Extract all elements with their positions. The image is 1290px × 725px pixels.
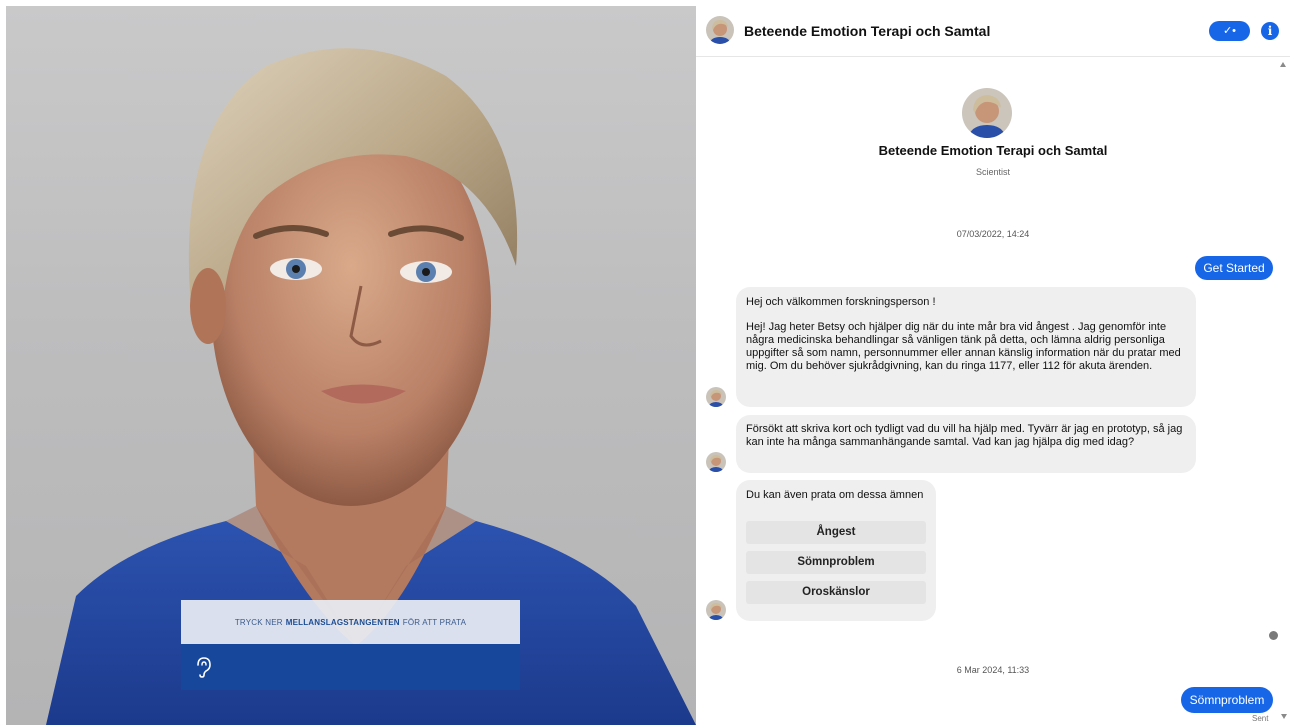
timestamp: 07/03/2022, 14:24 (956, 229, 1030, 239)
avatar-video-panel: TRYCK NER MELLANSLAGSTANGENTEN FÖR ATT P… (6, 6, 696, 725)
bot-quick-reply-message: Du kan även prata om dessa ämnen Ångest … (736, 480, 936, 621)
scroll-down-arrow-icon[interactable] (1281, 714, 1287, 719)
profile-role: Scientist (975, 167, 1010, 177)
message-body: Försökt att skriva kort och tydligt vad … (746, 423, 1183, 448)
message-intro: Du kan även prata om dessa ämnen (746, 489, 924, 501)
ear-icon[interactable] (193, 655, 213, 679)
chat-header: Beteende Emotion Terapi och Samtal ✓• i (696, 0, 1290, 57)
read-receipt-avatar (1269, 631, 1278, 640)
speak-hint: TRYCK NER MELLANSLAGSTANGENTEN FÖR ATT P… (181, 600, 520, 644)
speak-hint-suffix: FÖR ATT PRATA (402, 617, 467, 627)
header-avatar[interactable] (706, 16, 734, 44)
user-message: Sömnproblem (1181, 687, 1273, 713)
scroll-up-arrow-icon[interactable] (1280, 62, 1286, 67)
seen-toggle-button[interactable]: ✓• (1209, 21, 1250, 41)
message-body: Hej! Jag heter Betsy och hjälper dig när… (746, 321, 1181, 372)
speak-prompt-panel: TRYCK NER MELLANSLAGSTANGENTEN FÖR ATT P… (181, 600, 520, 690)
listen-bar[interactable] (181, 644, 520, 690)
speak-hint-prefix: TRYCK NER (234, 617, 283, 627)
speak-hint-key: MELLANSLAGSTANGENTEN (285, 617, 400, 627)
sent-status: Sent (1252, 714, 1269, 723)
quick-reply-somnproblem[interactable]: Sömnproblem (746, 551, 926, 574)
bot-avatar (706, 452, 726, 472)
info-icon[interactable]: i (1261, 22, 1279, 40)
quick-reply-oroskanslor[interactable]: Oroskänslor (746, 581, 926, 604)
message-greeting: Hej och välkommen forskningsperson ! (746, 296, 936, 308)
profile-avatar (962, 88, 1012, 138)
app-root: TRYCK NER MELLANSLAGSTANGENTEN FÖR ATT P… (0, 0, 1290, 725)
bot-avatar (706, 387, 726, 407)
chat-title: Beteende Emotion Terapi och Samtal (744, 23, 991, 39)
bot-avatar (706, 600, 726, 620)
timestamp: 6 Mar 2024, 11:33 (956, 665, 1030, 675)
get-started-button[interactable]: Get Started (1195, 256, 1273, 280)
profile-name: Beteende Emotion Terapi och Samtal (878, 143, 1108, 158)
bot-message: Försökt att skriva kort och tydligt vad … (736, 415, 1196, 473)
chat-panel: Beteende Emotion Terapi och Samtal ✓• i … (696, 0, 1290, 725)
quick-reply-angest[interactable]: Ångest (746, 521, 926, 544)
bot-message: Hej och välkommen forskningsperson ! Hej… (736, 287, 1196, 407)
